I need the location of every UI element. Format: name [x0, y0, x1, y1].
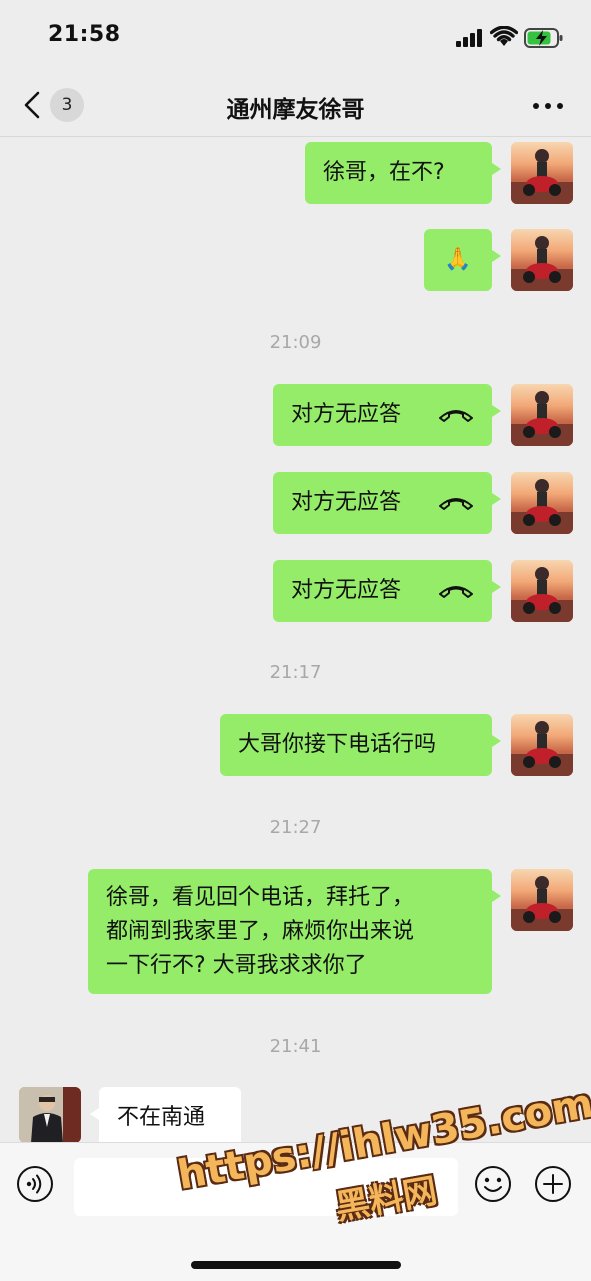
emoji-icon[interactable]: [474, 1165, 512, 1203]
status-bar: 21:58: [0, 0, 591, 76]
sent-message-bubble[interactable]: 大哥你接下电话行吗: [220, 714, 501, 776]
message-line: 一下行不? 大哥我求求你了: [106, 953, 367, 978]
more-options-icon[interactable]: [533, 103, 563, 109]
message-timestamp: 21:27: [269, 817, 322, 838]
my-avatar[interactable]: [511, 714, 573, 776]
message-timestamp: 21:09: [269, 332, 322, 353]
home-indicator[interactable]: [191, 1261, 401, 1269]
motorcycle-rider-avatar-image: [511, 721, 573, 776]
man-in-suit-avatar-image: [19, 1087, 81, 1143]
my-avatar[interactable]: [511, 560, 573, 622]
message-text: 大哥你接下电话行吗: [238, 732, 437, 757]
message-emoji: 🙏: [444, 247, 472, 272]
message-input[interactable]: [74, 1158, 458, 1216]
wifi-icon: [490, 26, 518, 46]
message-text: 徐哥，在不?: [323, 160, 445, 185]
my-avatar[interactable]: [511, 384, 573, 446]
my-avatar[interactable]: [511, 229, 573, 291]
motorcycle-rider-avatar-image: [511, 236, 573, 291]
my-avatar[interactable]: [511, 472, 573, 534]
cellular-signal-icon: [456, 29, 482, 47]
message-text: 不在南通: [117, 1105, 206, 1130]
chat-input-bar: [0, 1142, 591, 1281]
phone-hangup-icon: [439, 498, 473, 510]
missed-call-bubble[interactable]: 对方无应答: [273, 472, 501, 534]
motorcycle-rider-avatar-image: [511, 567, 573, 622]
sent-message-bubble[interactable]: 徐哥，看见回个电话，拜托了， 都闹到我家里了，麻烦你出来说 一下行不? 大哥我求…: [88, 869, 501, 994]
battery-charging-icon: [524, 28, 563, 48]
message-timestamp: 21:17: [269, 662, 322, 683]
missed-call-bubble[interactable]: 对方无应答: [273, 384, 501, 446]
motorcycle-rider-avatar-image: [511, 876, 573, 931]
received-message-bubble[interactable]: 不在南通: [90, 1087, 241, 1143]
my-avatar[interactable]: [511, 869, 573, 931]
message-line: 都闹到我家里了，麻烦你出来说: [106, 919, 415, 944]
voice-input-icon[interactable]: [16, 1165, 54, 1203]
motorcycle-rider-avatar-image: [511, 149, 573, 204]
call-status-text: 对方无应答: [291, 402, 402, 427]
contact-avatar[interactable]: [19, 1087, 81, 1143]
call-status-text: 对方无应答: [291, 578, 402, 603]
my-avatar[interactable]: [511, 142, 573, 204]
call-status-text: 对方无应答: [291, 490, 402, 515]
message-timestamp: 21:41: [269, 1036, 322, 1057]
phone-hangup-icon: [439, 586, 473, 598]
add-attachment-icon[interactable]: [534, 1165, 572, 1203]
chat-title: 通州摩友徐哥: [226, 97, 365, 123]
status-time: 21:58: [48, 22, 121, 47]
missed-call-bubble[interactable]: 对方无应答: [273, 560, 501, 622]
motorcycle-rider-avatar-image: [511, 391, 573, 446]
sent-message-bubble[interactable]: 徐哥，在不?: [305, 142, 501, 204]
chat-header: 3 通州摩友徐哥: [0, 76, 591, 137]
sent-message-bubble[interactable]: 🙏: [424, 229, 501, 291]
message-line: 徐哥，看见回个电话，拜托了，: [106, 885, 415, 910]
phone-hangup-icon: [439, 410, 473, 422]
motorcycle-rider-avatar-image: [511, 479, 573, 534]
